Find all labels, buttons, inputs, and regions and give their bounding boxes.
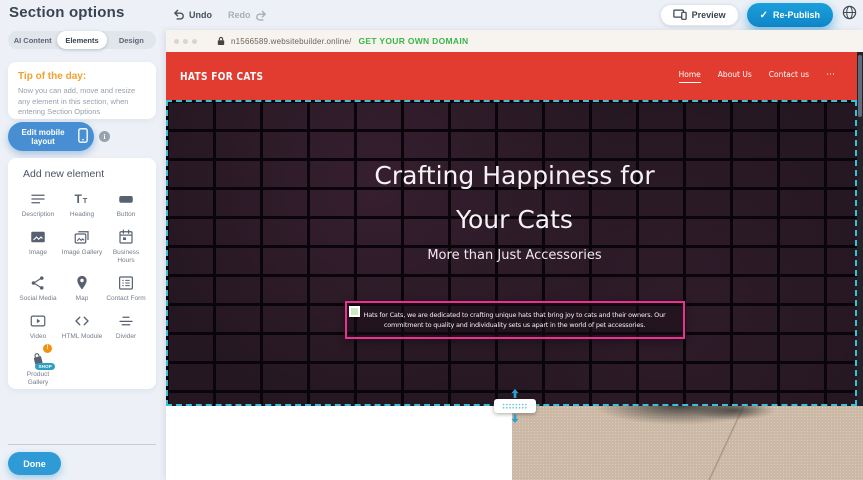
shop-badge: SHOP bbox=[35, 363, 55, 370]
add-element-title: Add new element bbox=[23, 168, 148, 180]
site-url[interactable]: n1566589.websitebuilder.online/ bbox=[231, 37, 352, 46]
hero-subtitle[interactable]: More than Just Accessories bbox=[166, 248, 863, 263]
element-social-media[interactable]: Social Media bbox=[16, 273, 60, 304]
browser-dot bbox=[174, 39, 179, 44]
nav-home[interactable]: Home bbox=[679, 70, 701, 83]
nav-about-us[interactable]: About Us bbox=[718, 70, 752, 82]
element-heading[interactable]: TT Heading bbox=[60, 189, 104, 220]
undo-label: Undo bbox=[189, 10, 212, 20]
selection-handle[interactable] bbox=[349, 306, 360, 317]
element-image-gallery[interactable]: Image Gallery bbox=[60, 227, 104, 266]
website-canvas: HATS FOR CATS Home About Us Contact us ⋯… bbox=[166, 52, 863, 480]
contact-form-icon bbox=[116, 273, 136, 293]
history-controls: Undo Redo bbox=[172, 0, 268, 30]
preview-label: Preview bbox=[692, 10, 726, 20]
republish-label: Re-Publish bbox=[773, 10, 820, 20]
element-html-module[interactable]: HTML Module bbox=[60, 311, 104, 342]
hero-paragraph: Hats for Cats, we are dedicated to craft… bbox=[355, 310, 675, 330]
element-video[interactable]: Video bbox=[16, 311, 60, 342]
tab-elements[interactable]: Elements bbox=[57, 31, 106, 49]
video-icon bbox=[28, 311, 48, 331]
social-media-icon bbox=[28, 273, 48, 293]
site-header: HATS FOR CATS Home About Us Contact us ⋯ bbox=[166, 52, 863, 100]
nav-contact-us[interactable]: Contact us bbox=[769, 70, 809, 82]
hero-section[interactable]: Crafting Happiness for Your Cats More th… bbox=[166, 100, 863, 406]
element-image[interactable]: Image bbox=[16, 227, 60, 266]
browser-dot bbox=[192, 39, 197, 44]
element-map[interactable]: Map bbox=[60, 273, 104, 304]
tip-title: Tip of the day: bbox=[18, 71, 146, 82]
tab-design[interactable]: Design bbox=[107, 31, 156, 49]
add-element-panel: Add new element Description TT Heading B… bbox=[8, 158, 156, 389]
phone-icon bbox=[78, 128, 88, 145]
button-icon bbox=[116, 189, 136, 209]
preview-button[interactable]: Preview bbox=[660, 4, 739, 26]
app-window: Section options Undo Redo Preview ✓ Re-P… bbox=[0, 0, 863, 480]
info-button[interactable]: i bbox=[99, 131, 110, 142]
tab-ai-content[interactable]: AI Content bbox=[8, 31, 57, 49]
map-pin-icon bbox=[72, 273, 92, 293]
site-logo[interactable]: HATS FOR CATS bbox=[180, 70, 263, 83]
element-grid: Description TT Heading Button Image Imag… bbox=[16, 189, 148, 388]
image-icon bbox=[28, 227, 48, 247]
done-button[interactable]: Done bbox=[8, 452, 61, 475]
divider-icon bbox=[116, 311, 136, 331]
selected-text-element[interactable]: Hats for Cats, we are dedicated to craft… bbox=[345, 301, 685, 339]
heading-icon: TT bbox=[72, 189, 92, 209]
page-title: Section options bbox=[9, 4, 125, 21]
product-gallery-icon: ! SHOP bbox=[28, 349, 48, 369]
arrow-up-icon bbox=[510, 389, 519, 399]
svg-text:T: T bbox=[75, 192, 83, 206]
topbar-actions: Preview ✓ Re-Publish bbox=[660, 0, 857, 30]
next-section-image bbox=[512, 406, 863, 480]
preview-scrollbar bbox=[857, 52, 863, 406]
drag-dots bbox=[502, 403, 528, 410]
devices-icon bbox=[673, 9, 687, 22]
alert-badge: ! bbox=[43, 344, 52, 353]
sidebar-divider bbox=[8, 444, 156, 445]
language-globe-button[interactable] bbox=[841, 7, 857, 23]
tip-of-the-day-card: Tip of the day: Now you can add, move an… bbox=[8, 62, 156, 119]
code-icon bbox=[72, 311, 92, 331]
site-nav: Home About Us Contact us ⋯ bbox=[679, 52, 835, 100]
element-divider[interactable]: Divider bbox=[104, 311, 148, 342]
edit-mobile-label: Edit mobile layout bbox=[14, 128, 72, 146]
arrow-down-icon bbox=[510, 413, 519, 423]
element-description[interactable]: Description bbox=[16, 189, 60, 220]
check-icon: ✓ bbox=[760, 10, 768, 21]
undo-icon bbox=[172, 9, 185, 22]
hero-title[interactable]: Crafting Happiness for Your Cats bbox=[345, 100, 685, 242]
section-resize-handle[interactable] bbox=[494, 399, 536, 413]
element-product-gallery[interactable]: ! SHOP Product Gallery bbox=[16, 349, 60, 388]
sidebar-tabs: AI Content Elements Design bbox=[8, 31, 156, 49]
element-business-hours[interactable]: Business Hours bbox=[104, 227, 148, 266]
description-icon bbox=[28, 189, 48, 209]
browser-dot bbox=[183, 39, 188, 44]
nav-more-button[interactable]: ⋯ bbox=[826, 70, 835, 83]
tip-body: Now you can add, move and resize any ele… bbox=[18, 86, 146, 118]
site-preview: n1566589.websitebuilder.online/ GET YOUR… bbox=[166, 30, 863, 480]
element-button[interactable]: Button bbox=[104, 189, 148, 220]
browser-bar: n1566589.websitebuilder.online/ GET YOUR… bbox=[166, 30, 863, 52]
element-contact-form[interactable]: Contact Form bbox=[104, 273, 148, 304]
get-domain-link[interactable]: GET YOUR OWN DOMAIN bbox=[359, 36, 469, 46]
image-gallery-icon bbox=[72, 227, 92, 247]
lock-icon bbox=[217, 36, 225, 46]
business-hours-icon bbox=[116, 227, 136, 247]
undo-button[interactable]: Undo bbox=[172, 9, 212, 22]
svg-text:T: T bbox=[83, 196, 88, 205]
scrollbar-thumb[interactable] bbox=[858, 55, 862, 117]
globe-icon bbox=[842, 5, 857, 25]
redo-label: Redo bbox=[228, 10, 251, 20]
edit-mobile-layout-button[interactable]: Edit mobile layout bbox=[8, 122, 94, 151]
redo-button[interactable]: Redo bbox=[228, 10, 268, 21]
republish-button[interactable]: ✓ Re-Publish bbox=[747, 3, 833, 27]
redo-icon bbox=[255, 10, 268, 21]
